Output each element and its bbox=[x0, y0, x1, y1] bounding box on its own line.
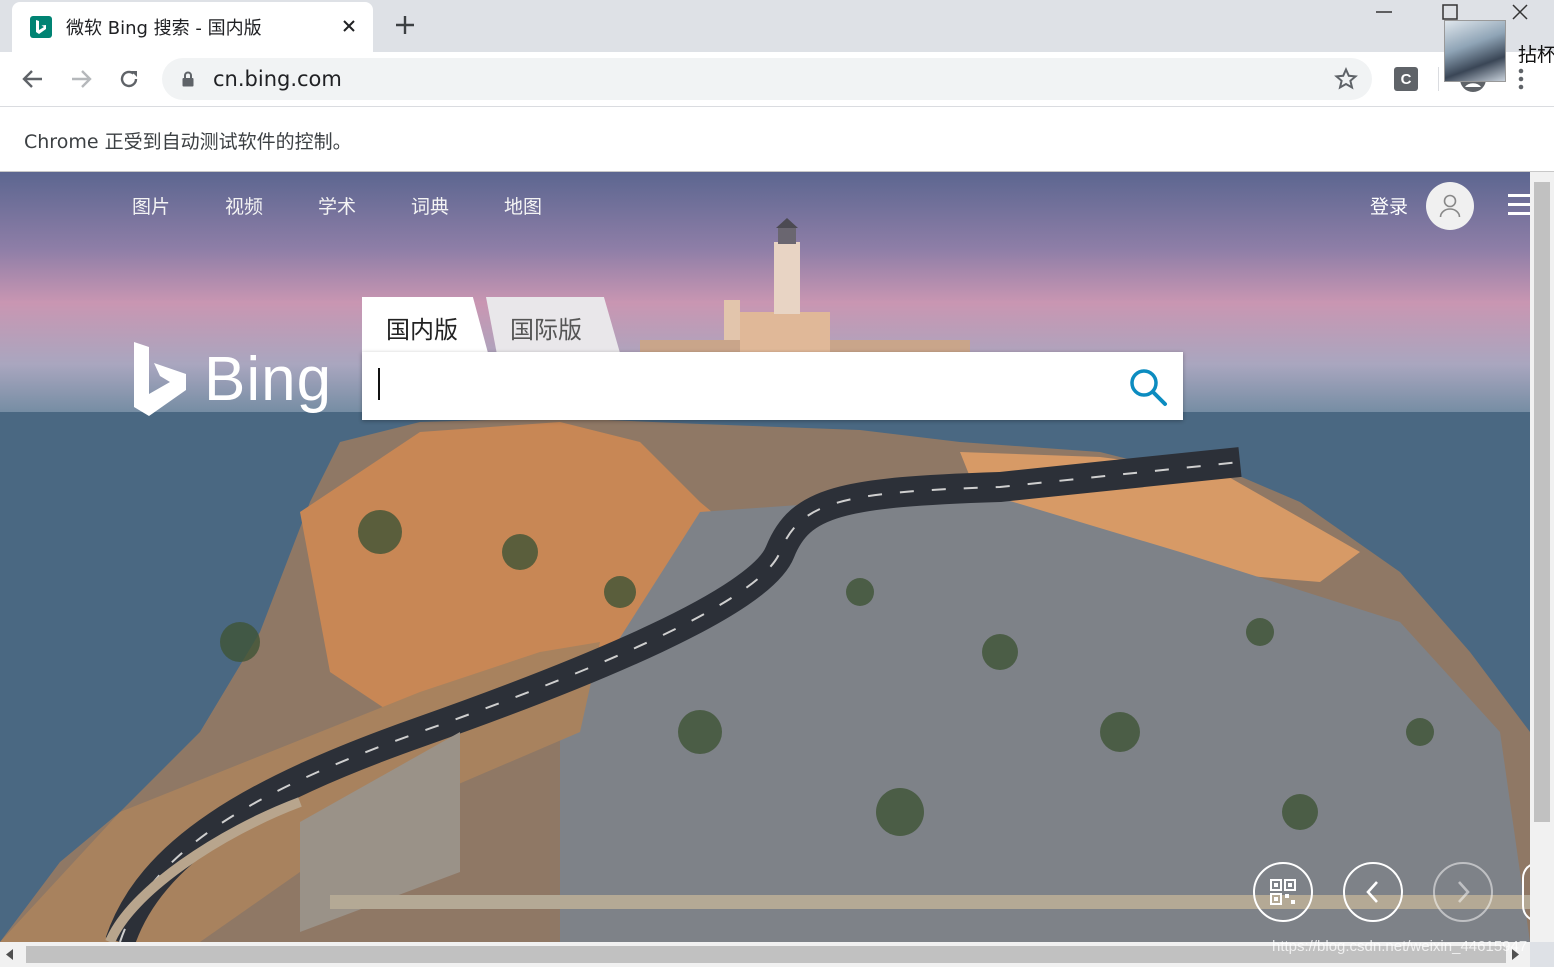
vertical-scrollbar[interactable] bbox=[1530, 172, 1554, 942]
nav-videos[interactable]: 视频 bbox=[225, 192, 263, 219]
nav-images[interactable]: 图片 bbox=[132, 192, 170, 219]
search-box bbox=[362, 352, 1183, 420]
toolbar-divider bbox=[1438, 67, 1439, 91]
automation-infobar: Chrome 正受到自动测试软件的控制。 bbox=[0, 106, 1554, 172]
infobar-text: Chrome 正受到自动测试软件的控制。 bbox=[24, 131, 352, 153]
search-icon[interactable] bbox=[1127, 366, 1169, 408]
browser-toolbar: cn.bing.com C bbox=[0, 52, 1554, 106]
address-bar[interactable]: cn.bing.com bbox=[162, 58, 1372, 100]
page-viewport: 图片 视频 学术 词典 地图 登录 Bing 国内版 国际版 https://b… bbox=[0, 172, 1554, 967]
reload-icon[interactable] bbox=[112, 62, 146, 96]
url-text[interactable]: cn.bing.com bbox=[213, 67, 342, 91]
bing-logo: Bing bbox=[132, 342, 332, 416]
extension-icon[interactable]: C bbox=[1394, 67, 1418, 91]
search-input[interactable] bbox=[376, 364, 1116, 408]
bing-wordmark: Bing bbox=[204, 344, 333, 414]
bing-b-icon bbox=[134, 342, 186, 416]
qr-code-button[interactable] bbox=[1253, 862, 1313, 922]
previous-image-button[interactable] bbox=[1343, 862, 1403, 922]
scroll-left-icon[interactable] bbox=[6, 949, 14, 960]
chevron-right-icon bbox=[1458, 881, 1470, 903]
popup-thumbnail[interactable] bbox=[1444, 20, 1506, 82]
hamburger-menu-icon[interactable] bbox=[1508, 194, 1530, 216]
nav-dictionary[interactable]: 词典 bbox=[411, 192, 449, 219]
browser-tab[interactable]: 微软 Bing 搜索 - 国内版 bbox=[12, 2, 373, 52]
tab-close-icon[interactable] bbox=[339, 16, 359, 36]
tab-title: 微软 Bing 搜索 - 国内版 bbox=[66, 18, 262, 39]
bookmark-star-icon[interactable] bbox=[1334, 67, 1358, 95]
next-image-button[interactable] bbox=[1433, 862, 1493, 922]
chevron-left-icon bbox=[1366, 881, 1378, 903]
minimize-icon[interactable] bbox=[1350, 0, 1418, 24]
back-arrow-icon[interactable] bbox=[16, 62, 50, 96]
forward-arrow-icon[interactable] bbox=[64, 62, 98, 96]
tab-strip: 微软 Bing 搜索 - 国内版 bbox=[0, 0, 1554, 52]
kebab-menu-icon[interactable] bbox=[1504, 62, 1538, 96]
background-image bbox=[0, 172, 1530, 942]
tab-domestic[interactable]: 国内版 bbox=[362, 297, 488, 353]
new-tab-button[interactable] bbox=[390, 10, 420, 40]
tab-international[interactable]: 国际版 bbox=[486, 297, 620, 353]
nav-maps[interactable]: 地图 bbox=[504, 192, 542, 219]
lock-icon[interactable] bbox=[182, 71, 194, 91]
bing-favicon-icon bbox=[30, 16, 52, 38]
vertical-scroll-thumb[interactable] bbox=[1534, 182, 1550, 822]
popup-text: 拈杯 bbox=[1518, 44, 1554, 66]
user-avatar-icon[interactable] bbox=[1426, 182, 1474, 230]
watermark-text: https://blog.csdn.net/weixin_44615947 bbox=[1272, 938, 1528, 955]
text-caret bbox=[378, 368, 380, 400]
login-link[interactable]: 登录 bbox=[1370, 192, 1408, 219]
nav-academic[interactable]: 学术 bbox=[318, 192, 356, 219]
qr-code-icon bbox=[1270, 879, 1296, 905]
